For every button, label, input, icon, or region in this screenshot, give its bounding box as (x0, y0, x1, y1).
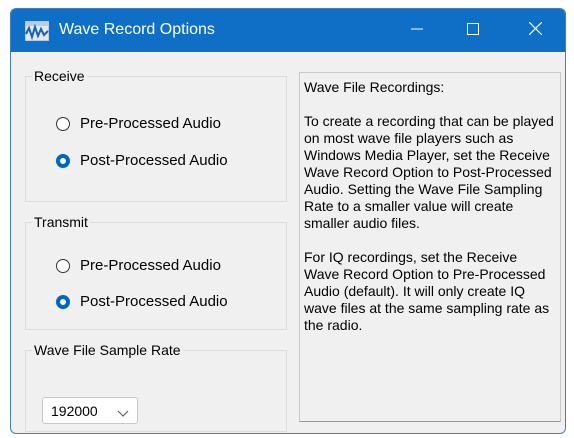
audio-waveform-icon (24, 20, 50, 42)
maximize-icon (467, 22, 479, 40)
radio-unchecked-icon (56, 116, 70, 131)
radio-label: Post-Processed Audio (80, 152, 228, 169)
radio-checked-icon (56, 153, 70, 168)
sample-rate-dropdown[interactable]: 192000 (42, 397, 138, 424)
transmit-group-label: Transmit (32, 214, 90, 231)
receive-post-processed-radio[interactable]: Post-Processed Audio (56, 152, 228, 169)
window-title: Wave Record Options (59, 21, 215, 38)
dialog-content: Receive Pre-Processed Audio Post-Process… (11, 52, 565, 433)
minimize-button[interactable] (389, 9, 445, 52)
sample-rate-value: 192000 (51, 402, 98, 419)
close-icon (528, 21, 542, 40)
close-button[interactable] (507, 9, 563, 52)
transmit-post-processed-radio[interactable]: Post-Processed Audio (56, 293, 228, 310)
chevron-down-icon (117, 405, 129, 417)
info-heading: Wave File Recordings: (304, 79, 445, 95)
wave-record-options-window: Wave Record Options Receive Pre-Processe… (10, 8, 566, 434)
sample-rate-group: Wave File Sample Rate 192000 (25, 342, 287, 432)
receive-group: Receive Pre-Processed Audio Post-Process… (25, 68, 287, 202)
radio-checked-icon (56, 294, 70, 309)
receive-group-label: Receive (32, 68, 87, 85)
transmit-group: Transmit Pre-Processed Audio Post-Proces… (25, 214, 287, 330)
info-text-panel: Wave File Recordings: To create a record… (299, 72, 561, 422)
title-bar[interactable]: Wave Record Options (11, 9, 565, 52)
info-paragraph-2: For IQ recordings, set the Receive Wave … (304, 249, 550, 333)
radio-label: Post-Processed Audio (80, 293, 228, 310)
sample-rate-group-label: Wave File Sample Rate (32, 342, 183, 359)
radio-unchecked-icon (56, 258, 70, 273)
radio-label: Pre-Processed Audio (80, 257, 221, 274)
info-paragraph-1: To create a recording that can be played… (304, 113, 554, 231)
minimize-icon (411, 22, 423, 40)
receive-pre-processed-radio[interactable]: Pre-Processed Audio (56, 115, 221, 132)
maximize-button[interactable] (445, 9, 501, 52)
radio-label: Pre-Processed Audio (80, 115, 221, 132)
transmit-pre-processed-radio[interactable]: Pre-Processed Audio (56, 257, 221, 274)
